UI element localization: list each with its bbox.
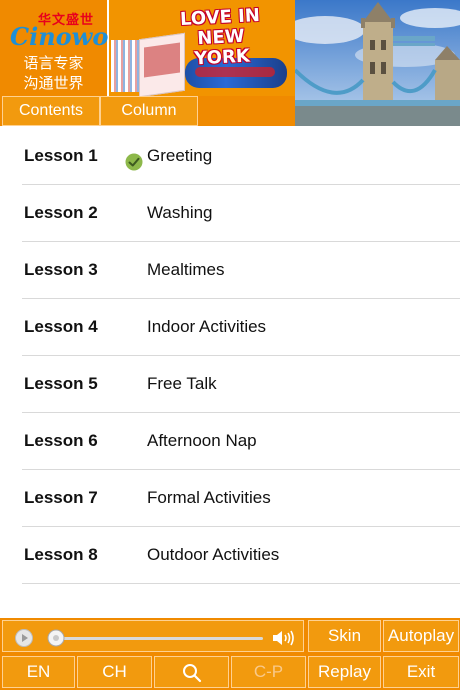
course-banner: LOVE IN NEW YORK bbox=[108, 0, 296, 98]
lesson-row-7[interactable]: Lesson 7 Formal Activities bbox=[22, 470, 460, 527]
tab-contents[interactable]: Contents bbox=[2, 96, 100, 126]
chinese-button[interactable]: CH bbox=[77, 656, 152, 688]
lesson-title: Washing bbox=[147, 203, 213, 222]
search-icon bbox=[183, 664, 202, 683]
lesson-title: Free Talk bbox=[147, 374, 217, 393]
search-button[interactable] bbox=[154, 656, 229, 688]
lesson-number: Lesson 4 bbox=[24, 317, 98, 336]
completed-check-icon bbox=[125, 153, 143, 171]
lesson-number: Lesson 7 bbox=[24, 488, 98, 507]
progress-slider[interactable] bbox=[51, 637, 263, 640]
replay-button[interactable]: Replay bbox=[308, 656, 381, 688]
brand-tagline-1: 语言专家 bbox=[23, 54, 84, 72]
lesson-row-5[interactable]: Lesson 5 Free Talk bbox=[22, 356, 460, 413]
lesson-row-2[interactable]: Lesson 2 Washing bbox=[22, 185, 460, 242]
play-icon[interactable] bbox=[15, 629, 33, 647]
player-control-bar: Skin Autoplay bbox=[0, 618, 460, 654]
english-button[interactable]: EN bbox=[2, 656, 75, 688]
autoplay-button[interactable]: Autoplay bbox=[383, 620, 459, 652]
lesson-title: Mealtimes bbox=[147, 260, 225, 279]
volume-icon[interactable] bbox=[271, 629, 297, 647]
lesson-number: Lesson 5 bbox=[24, 374, 98, 393]
exit-button[interactable]: Exit bbox=[383, 656, 459, 688]
tower-bridge-photo bbox=[295, 0, 460, 126]
lesson-row-1[interactable]: Lesson 1 Greeting bbox=[22, 128, 460, 185]
banner-title: LOVE IN NEW YORK bbox=[179, 4, 261, 70]
brand-logo: Cinowo bbox=[10, 22, 109, 51]
lesson-number: Lesson 6 bbox=[24, 431, 98, 450]
cp-button[interactable]: C-P bbox=[231, 656, 306, 688]
lesson-title: Outdoor Activities bbox=[147, 545, 280, 564]
tab-column[interactable]: Column bbox=[100, 96, 198, 126]
lesson-number: Lesson 3 bbox=[24, 260, 98, 279]
lesson-number: Lesson 8 bbox=[24, 545, 98, 564]
lesson-number: Lesson 1 bbox=[24, 146, 98, 165]
app-header: 华文盛世 Cinowo 语言专家 沟通世界 LOVE IN NEW YORK C… bbox=[0, 0, 460, 126]
lesson-title: Indoor Activities bbox=[147, 317, 267, 336]
lesson-title: Afternoon Nap bbox=[147, 431, 257, 450]
progress-slider-knob[interactable] bbox=[47, 629, 65, 647]
brand-logo-block: 华文盛世 Cinowo 语言专家 沟通世界 bbox=[0, 0, 109, 96]
audio-player bbox=[2, 620, 304, 652]
header-tabs: Contents Column bbox=[0, 96, 295, 126]
lesson-title: Greeting bbox=[147, 146, 213, 165]
lesson-title: Formal Activities bbox=[147, 488, 271, 507]
lesson-number: Lesson 2 bbox=[24, 203, 98, 222]
brand-tagline-2: 沟通世界 bbox=[23, 74, 84, 92]
action-bar: EN CH C-P Replay Exit bbox=[0, 654, 460, 690]
lesson-row-4[interactable]: Lesson 4 Indoor Activities bbox=[22, 299, 460, 356]
skin-button[interactable]: Skin bbox=[308, 620, 381, 652]
banner-book-stack bbox=[111, 40, 139, 92]
lesson-row-6[interactable]: Lesson 6 Afternoon Nap bbox=[22, 413, 460, 470]
lesson-row-8[interactable]: Lesson 8 Outdoor Activities bbox=[22, 527, 460, 584]
lesson-list: Lesson 1 Greeting Lesson 2 Washing Lesso… bbox=[22, 128, 460, 584]
lesson-row-3[interactable]: Lesson 3 Mealtimes bbox=[22, 242, 460, 299]
